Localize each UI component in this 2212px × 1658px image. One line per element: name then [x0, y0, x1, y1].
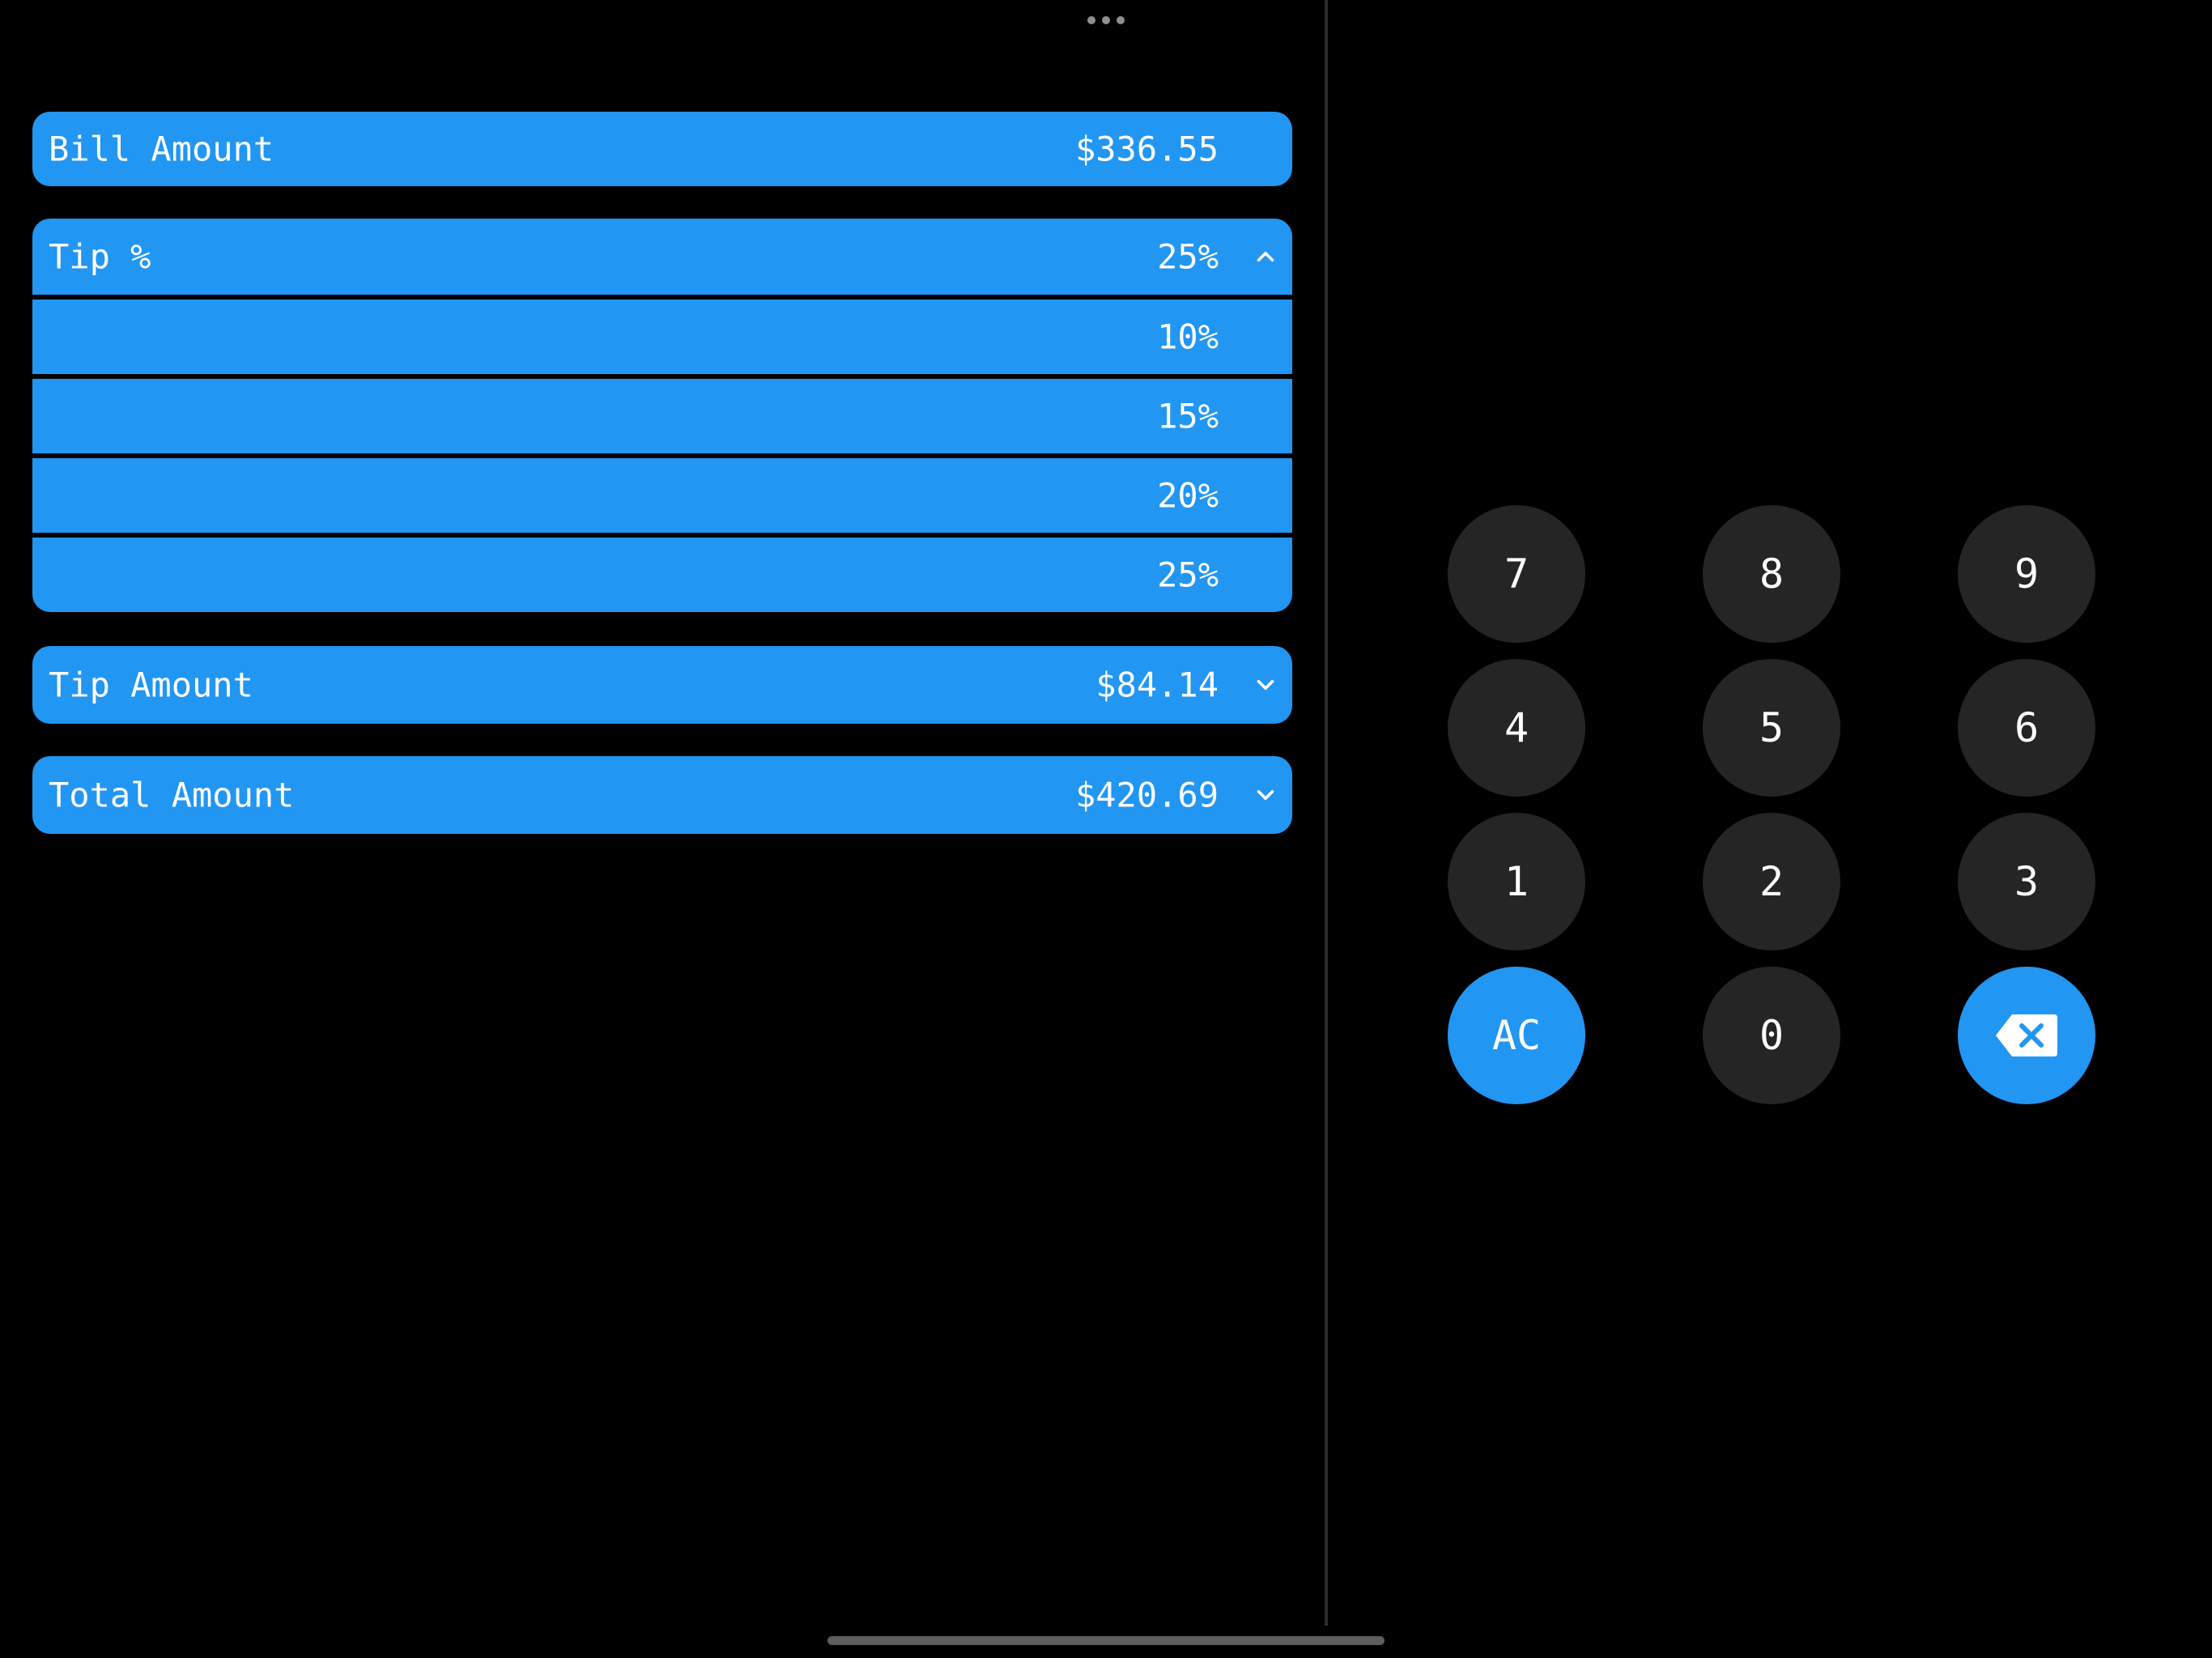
- chevron-up-icon[interactable]: [1252, 243, 1279, 270]
- bill-amount-label: Bill Amount: [49, 129, 274, 169]
- tip-option-20[interactable]: 20%: [32, 458, 1292, 533]
- chevron-down-icon[interactable]: [1252, 781, 1279, 809]
- backspace-icon: [1996, 1014, 2057, 1056]
- bill-amount-field[interactable]: Bill Amount $336.55: [32, 112, 1292, 186]
- key-1[interactable]: 1: [1448, 813, 1585, 950]
- tip-option-10[interactable]: 10%: [32, 300, 1292, 374]
- tip-percent-dropdown[interactable]: Tip % 25%: [32, 219, 1292, 295]
- tip-amount-label: Tip Amount: [49, 665, 253, 705]
- key-8[interactable]: 8: [1703, 505, 1840, 643]
- backspace-button[interactable]: [1958, 967, 2095, 1104]
- key-9[interactable]: 9: [1958, 505, 2095, 643]
- key-7[interactable]: 7: [1448, 505, 1585, 643]
- clear-button[interactable]: AC: [1448, 967, 1585, 1104]
- total-amount-field[interactable]: Total Amount $420.69: [32, 756, 1292, 834]
- tip-amount-field[interactable]: Tip Amount $84.14: [32, 646, 1292, 724]
- tip-amount-value: $84.14: [1095, 665, 1219, 705]
- bill-amount-value: $336.55: [1074, 129, 1219, 169]
- multitasking-handle[interactable]: [1087, 15, 1125, 25]
- tip-option-label: 20%: [1157, 475, 1219, 516]
- tip-percent-value: 25%: [1157, 236, 1219, 277]
- split-view-divider[interactable]: [1325, 0, 1328, 1626]
- tip-option-25[interactable]: 25%: [32, 538, 1292, 612]
- tip-option-label: 25%: [1157, 555, 1219, 595]
- tip-option-label: 10%: [1157, 317, 1219, 357]
- key-6[interactable]: 6: [1958, 659, 2095, 797]
- key-5[interactable]: 5: [1703, 659, 1840, 797]
- home-indicator[interactable]: [827, 1636, 1385, 1645]
- chevron-down-icon[interactable]: [1252, 671, 1279, 699]
- total-amount-label: Total Amount: [49, 775, 295, 815]
- multitasking-dot: [1117, 16, 1125, 24]
- key-2[interactable]: 2: [1703, 813, 1840, 950]
- multitasking-dot: [1102, 16, 1110, 24]
- total-amount-value: $420.69: [1074, 775, 1219, 815]
- key-3[interactable]: 3: [1958, 813, 2095, 950]
- multitasking-dot: [1087, 16, 1095, 24]
- key-4[interactable]: 4: [1448, 659, 1585, 797]
- tip-option-15[interactable]: 15%: [32, 379, 1292, 453]
- key-0[interactable]: 0: [1703, 967, 1840, 1104]
- tip-option-label: 15%: [1157, 396, 1219, 436]
- tip-percent-label: Tip %: [49, 236, 151, 277]
